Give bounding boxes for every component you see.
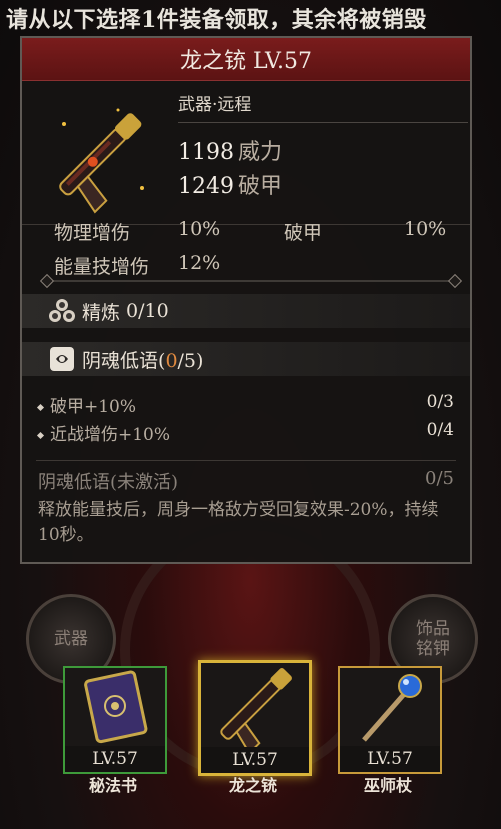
- choice-level: LV.57: [65, 746, 165, 772]
- refine-icon: [49, 299, 75, 322]
- background-accessory-label: 饰品铭钾: [416, 619, 450, 659]
- bullet-icon: [36, 431, 45, 440]
- instruction-text: 请从以下选择1件装备领取，其余将被销毁: [6, 7, 427, 33]
- armor-break-value: 1249: [178, 174, 234, 199]
- set-current-count: 0: [165, 349, 178, 372]
- item-subtype: 武器·远程: [178, 95, 252, 115]
- choice-level: LV.57: [201, 747, 309, 773]
- dragon-gun-icon: [42, 94, 162, 214]
- set-attribute-1-label: 破甲+10%: [50, 397, 137, 417]
- bullet-icon: [36, 403, 45, 412]
- phys-bonus-value: 10%: [178, 218, 221, 240]
- header-separator: [178, 122, 468, 123]
- refine-value: 0/10: [126, 300, 169, 322]
- choice-name-dragon-gun: 龙之铳: [228, 776, 277, 795]
- set-attribute-2-label: 近战增伤+10%: [50, 425, 171, 445]
- wizard-staff-icon: [362, 674, 422, 742]
- item-title: 龙之铳 LV.57: [179, 49, 313, 74]
- background-weapon-label: 武器: [54, 629, 88, 649]
- armor-bonus-label: 破甲: [284, 222, 323, 244]
- armor-break-stat: 1249 破甲: [178, 168, 282, 200]
- power-label: 威力: [238, 140, 283, 165]
- set-effect-count: 0/5: [425, 468, 454, 489]
- choice-card-spellbook[interactable]: LV.57: [63, 666, 167, 774]
- divider-left-dot: [39, 273, 55, 289]
- set-name: 阴魂低语: [82, 349, 159, 372]
- item-detail-panel: 龙之铳 LV.57 武器·远程 1198 威力 1249 破甲 物理增伤 10% 破…: [20, 36, 472, 564]
- power-value: 1198: [178, 140, 234, 165]
- choice-level: LV.57: [340, 746, 440, 772]
- dragon-gun-icon: [220, 668, 292, 755]
- set-mask-icon: [50, 347, 74, 371]
- phys-bonus-label: 物理增伤: [54, 222, 131, 244]
- set-attribute-2: 近战增伤+10%: [36, 420, 171, 445]
- set-attribute-2-progress: 0/4: [426, 420, 454, 440]
- spellbook-icon: [84, 670, 148, 744]
- refine-label: 精炼: [82, 301, 121, 324]
- set-section: 阴魂低语(0/5): [22, 342, 470, 376]
- choice-card-dragon-gun[interactable]: LV.57: [198, 660, 312, 776]
- set-effect-title: 阴魂低语(未激活): [38, 472, 179, 493]
- set-attribute-1: 破甲+10%: [36, 392, 137, 417]
- choice-name-wizard-staff: 巫师杖: [363, 776, 412, 795]
- set-title: 阴魂低语(0/5): [82, 346, 203, 373]
- set-effect-description: 释放能量技后，周身一格敌方受回复效果-20%，持续10秒。: [38, 500, 439, 545]
- power-stat: 1198 威力: [178, 134, 282, 166]
- set-total-count: /5): [177, 349, 204, 372]
- item-title-bar: 龙之铳 LV.57: [22, 38, 470, 81]
- choice-name-spellbook: 秘法书: [88, 776, 137, 795]
- skill-bonus-label: 能量技增伤: [54, 256, 150, 278]
- divider-right-dot: [447, 273, 463, 289]
- choice-card-wizard-staff[interactable]: LV.57: [338, 666, 442, 774]
- armor-bonus-value: 10%: [404, 218, 447, 240]
- ornamental-divider: [44, 280, 454, 282]
- effect-separator: [36, 460, 456, 461]
- set-attribute-1-progress: 0/3: [426, 392, 454, 412]
- skill-bonus-value: 12%: [178, 252, 221, 274]
- armor-break-label: 破甲: [238, 174, 283, 199]
- refine-section: 精炼 0/10: [22, 294, 470, 328]
